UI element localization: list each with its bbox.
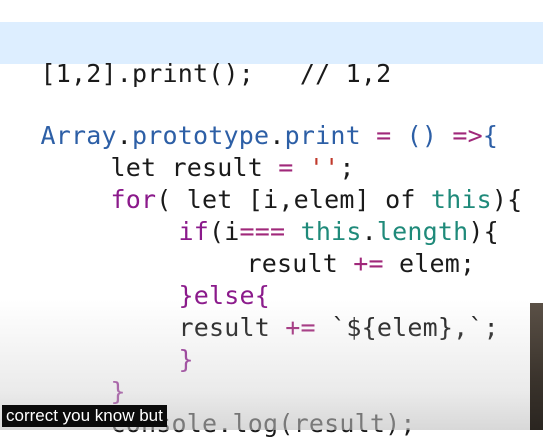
example-call-line: [1,2].print(); // 1,2 <box>10 26 392 90</box>
token-template-literal: `${elem},` <box>331 313 484 342</box>
token-arrow: => <box>452 121 483 150</box>
example-call: [1,2].print(); <box>40 59 255 88</box>
token-assign: = <box>360 121 407 150</box>
top-band <box>0 0 543 18</box>
token-result: result <box>178 313 286 342</box>
token-semicolon: ; <box>483 313 499 342</box>
token-brace: { <box>482 121 499 150</box>
token-close-brace: } <box>178 345 194 374</box>
token-log: log <box>232 409 279 438</box>
token-plus-assign: += <box>285 313 316 342</box>
code-line-8: } <box>148 312 194 376</box>
token-if: if <box>178 217 210 246</box>
token-plus-assign: += <box>353 249 384 278</box>
presenter-video-thumbnail <box>530 303 543 430</box>
token-params: () <box>406 121 453 150</box>
token-dot: . <box>217 409 233 438</box>
code-line-7: result += `${elem},`; <box>148 280 499 344</box>
token-elem: elem; <box>383 249 476 278</box>
example-comment: // 1,2 <box>299 59 392 88</box>
subtitle-caption: correct you know but <box>2 405 167 427</box>
token-args: (result); <box>278 409 416 438</box>
